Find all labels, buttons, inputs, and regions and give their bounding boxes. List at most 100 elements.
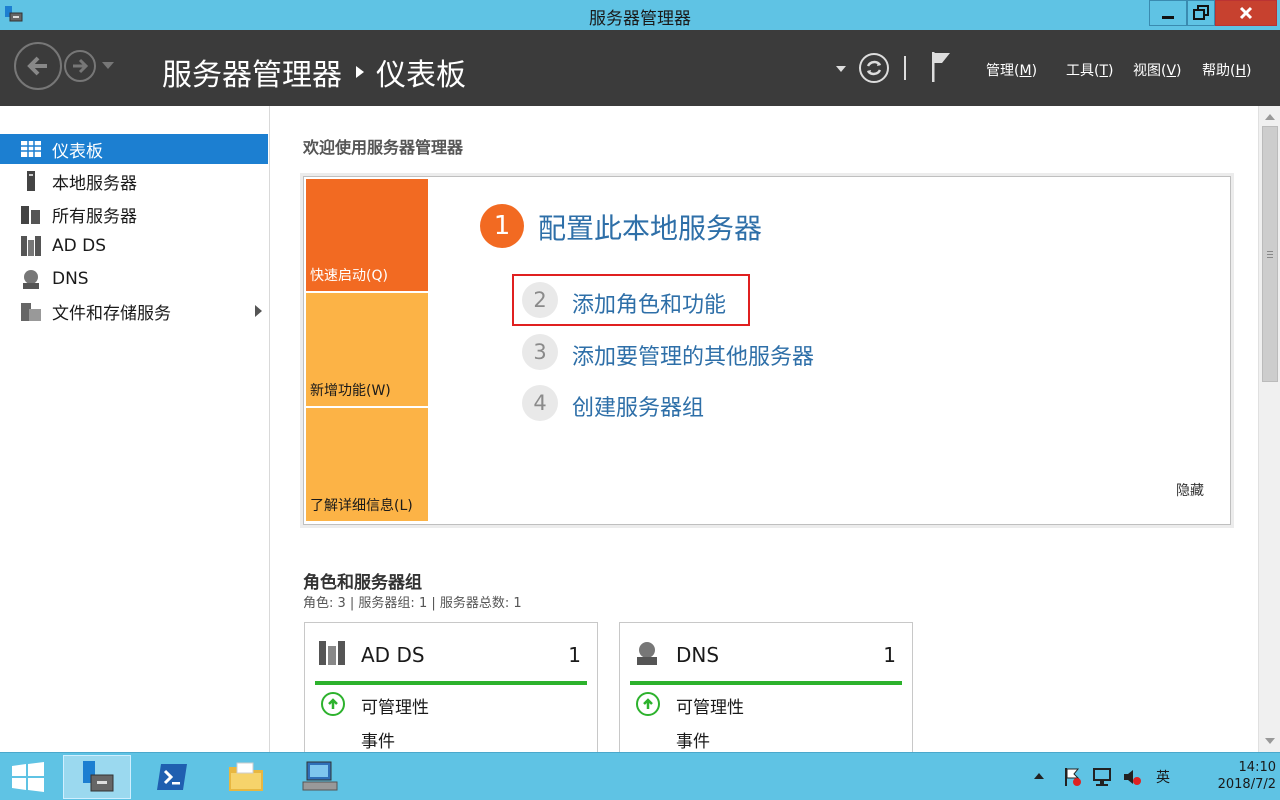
refresh-icon[interactable] bbox=[858, 52, 890, 84]
taskbar-network-tool[interactable] bbox=[286, 755, 354, 799]
expand-chevron-icon[interactable] bbox=[255, 305, 262, 317]
minimize-icon bbox=[1162, 16, 1174, 19]
scroll-up-icon[interactable] bbox=[1265, 114, 1275, 120]
tray-overflow-icon[interactable] bbox=[1034, 773, 1044, 779]
clock-date: 2018/7/2 bbox=[1217, 777, 1276, 792]
create-server-group-link[interactable]: 创建服务器组 bbox=[572, 390, 704, 422]
menu-tools-label: 工具( bbox=[1066, 63, 1100, 79]
restore-button[interactable] bbox=[1187, 0, 1215, 26]
minimize-button[interactable] bbox=[1149, 0, 1187, 26]
sidebar-item-label: DNS bbox=[52, 269, 89, 289]
sidebar-item-local-server[interactable]: 本地服务器 bbox=[0, 166, 268, 196]
scroll-grip-icon bbox=[1267, 251, 1273, 252]
sidebar-item-dns[interactable]: DNS bbox=[0, 264, 268, 294]
role-card-name: AD DS bbox=[361, 643, 425, 667]
file-storage-icon bbox=[20, 301, 42, 321]
hide-link[interactable]: 隐藏 bbox=[1176, 480, 1204, 500]
action-center-flag-icon[interactable] bbox=[1062, 767, 1082, 787]
network-icon[interactable] bbox=[1092, 767, 1112, 787]
menu-help-key: H bbox=[1235, 63, 1246, 79]
role-card-manageability[interactable]: 可管理性 bbox=[676, 693, 744, 718]
forward-button[interactable] bbox=[64, 50, 96, 82]
step-number-badge: 1 bbox=[480, 204, 524, 248]
dashboard-icon bbox=[20, 139, 42, 159]
tile-learn-more[interactable]: 了解详细信息(L) bbox=[306, 408, 428, 521]
menu-view-label: 视图( bbox=[1133, 63, 1167, 79]
breadcrumb-current: 仪表板 bbox=[376, 58, 466, 93]
main-content: 欢迎使用服务器管理器 快速启动(Q) 新增功能(W) 了解详细信息(L) 1 配… bbox=[271, 106, 1258, 752]
menu-manage-key: M bbox=[1019, 63, 1032, 79]
history-dropdown-icon[interactable] bbox=[102, 62, 114, 69]
menu-view[interactable]: 视图(V) bbox=[1133, 60, 1182, 80]
role-card-count: 1 bbox=[883, 643, 896, 667]
tile-whats-new[interactable]: 新增功能(W) bbox=[306, 293, 428, 406]
sidebar-item-all-servers[interactable]: 所有服务器 bbox=[0, 199, 268, 229]
sidebar-item-dashboard[interactable]: 仪表板 bbox=[0, 134, 268, 164]
tile-label: 新增功能(W) bbox=[310, 383, 391, 399]
taskbar-file-explorer[interactable] bbox=[212, 755, 280, 799]
sidebar: 仪表板 本地服务器 所有服务器 AD DS DNS 文件和存储服务 bbox=[0, 106, 270, 752]
notifications-flag-icon[interactable] bbox=[928, 50, 954, 84]
server-manager-icon bbox=[83, 761, 114, 792]
clock-time: 14:10 bbox=[1238, 760, 1276, 775]
breadcrumb: 服务器管理器 仪表板 bbox=[162, 50, 466, 94]
role-card-count: 1 bbox=[568, 643, 581, 667]
system-clock[interactable]: 14:10 2018/7/2 bbox=[1196, 759, 1276, 793]
step-number-badge: 3 bbox=[522, 334, 558, 370]
role-card-dns[interactable]: DNS 1 可管理性 事件 bbox=[619, 622, 913, 752]
restore-icon bbox=[1193, 5, 1209, 20]
back-button[interactable] bbox=[14, 42, 62, 90]
role-card-ad-ds[interactable]: AD DS 1 可管理性 事件 bbox=[304, 622, 598, 752]
configure-local-server-link[interactable]: 配置此本地服务器 bbox=[538, 207, 762, 247]
menu-view-key: V bbox=[1166, 63, 1177, 79]
breadcrumb-separator-icon bbox=[356, 66, 364, 78]
breadcrumb-root[interactable]: 服务器管理器 bbox=[162, 50, 342, 94]
close-icon bbox=[1239, 6, 1253, 20]
computer-network-icon bbox=[302, 761, 338, 791]
taskbar-server-manager[interactable] bbox=[63, 755, 131, 799]
sidebar-item-label: AD DS bbox=[52, 236, 107, 256]
welcome-panel: 快速启动(Q) 新增功能(W) 了解详细信息(L) 1 配置此本地服务器 2 添… bbox=[303, 176, 1231, 525]
add-other-servers-link[interactable]: 添加要管理的其他服务器 bbox=[572, 339, 814, 371]
volume-muted-icon[interactable] bbox=[1122, 767, 1142, 787]
menu-help-label: 帮助( bbox=[1202, 63, 1236, 79]
step-number-badge: 2 bbox=[522, 282, 558, 318]
taskbar-powershell[interactable] bbox=[138, 755, 206, 799]
menu-help[interactable]: 帮助(H) bbox=[1202, 60, 1251, 80]
menu-tools-end: ) bbox=[1108, 63, 1114, 79]
menu-tools[interactable]: 工具(T) bbox=[1066, 60, 1114, 80]
status-ok-icon bbox=[321, 692, 345, 716]
taskbar: 英 14:10 2018/7/2 bbox=[0, 752, 1280, 800]
menu-help-end: ) bbox=[1246, 63, 1252, 79]
menu-manage[interactable]: 管理(M) bbox=[986, 60, 1037, 80]
sidebar-item-label: 所有服务器 bbox=[52, 206, 137, 227]
role-card-status-bar bbox=[630, 681, 902, 685]
role-card-name: DNS bbox=[676, 643, 720, 667]
server-icon bbox=[20, 171, 42, 191]
sidebar-item-file-storage[interactable]: 文件和存储服务 bbox=[0, 296, 268, 326]
tile-label: 快速启动(Q) bbox=[310, 268, 388, 284]
vertical-scrollbar[interactable] bbox=[1258, 106, 1280, 752]
sidebar-item-label: 文件和存储服务 bbox=[52, 303, 171, 324]
roles-summary: 角色: 3 | 服务器组: 1 | 服务器总数: 1 bbox=[303, 596, 522, 611]
scrollbar-thumb[interactable] bbox=[1262, 126, 1278, 382]
menu-manage-end: ) bbox=[1031, 63, 1038, 79]
title-bar: 服务器管理器 bbox=[0, 0, 1280, 30]
welcome-title: 欢迎使用服务器管理器 bbox=[303, 138, 464, 157]
tile-quick-start[interactable]: 快速启动(Q) bbox=[306, 179, 428, 291]
forward-arrow-icon bbox=[73, 58, 89, 74]
sidebar-item-ad-ds[interactable]: AD DS bbox=[0, 231, 268, 261]
windows-start-icon[interactable] bbox=[10, 761, 46, 793]
ad-ds-icon bbox=[20, 236, 42, 256]
input-method-indicator[interactable]: 英 bbox=[1156, 767, 1170, 787]
close-button[interactable] bbox=[1215, 0, 1277, 26]
scroll-down-icon[interactable] bbox=[1265, 738, 1275, 744]
dns-icon bbox=[20, 269, 42, 289]
sidebar-item-label: 仪表板 bbox=[52, 141, 103, 162]
role-card-events[interactable]: 事件 bbox=[676, 727, 710, 752]
role-card-status-bar bbox=[315, 681, 587, 685]
breadcrumb-dropdown-icon[interactable] bbox=[836, 66, 846, 72]
role-card-manageability[interactable]: 可管理性 bbox=[361, 693, 429, 718]
add-roles-features-link[interactable]: 添加角色和功能 bbox=[572, 287, 726, 319]
role-card-events[interactable]: 事件 bbox=[361, 727, 395, 752]
